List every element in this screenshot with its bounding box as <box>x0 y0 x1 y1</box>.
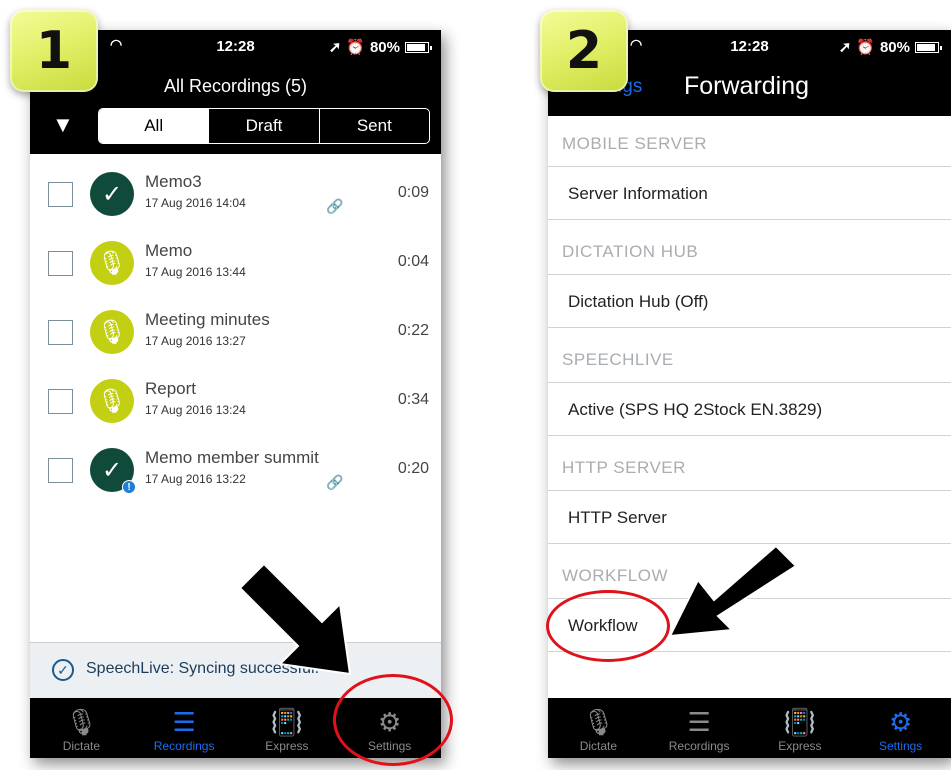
section-header: MOBILE SERVER <box>548 116 951 170</box>
section-header-label: DICTATION HUB <box>562 242 699 261</box>
recording-date: 17 Aug 2016 13:44 <box>145 265 246 279</box>
section-header: DICTATION HUB <box>548 224 951 278</box>
tab-label: Recordings <box>668 739 730 753</box>
recording-checkbox[interactable] <box>48 320 73 345</box>
recording-date: 17 Aug 2016 14:04 <box>145 196 246 210</box>
highlight-ring-workflow <box>546 590 670 662</box>
checkmark-icon: ✓ <box>90 172 134 216</box>
settings-item[interactable]: HTTP Server <box>548 490 951 544</box>
section-header: SPEECHLIVE <box>548 332 951 386</box>
section-header-label: HTTP SERVER <box>562 458 686 477</box>
microphone-icon: 🎙 <box>90 310 134 354</box>
microphone-icon: 🎙 <box>64 707 98 737</box>
recording-checkbox[interactable] <box>48 389 73 414</box>
recording-row[interactable]: 🎙 Report 17 Aug 2016 13:24 0:34 <box>30 373 441 442</box>
microphone-icon: 🎙 <box>90 241 134 285</box>
alarm-icon: ⏰ <box>856 39 875 56</box>
alarm-icon: ⏰ <box>346 39 365 56</box>
battery-percent: 80% <box>879 38 910 56</box>
checkmark-icon: ✓! <box>90 448 136 494</box>
highlight-ring-settings-tab <box>333 674 453 766</box>
page-title: Forwarding <box>684 72 810 100</box>
location-icon: ➚ <box>328 39 342 56</box>
tab-label: Dictate <box>579 739 618 753</box>
tab-label: Express <box>265 739 309 753</box>
tab-label: Settings <box>878 739 923 753</box>
step-badge-2: 2 <box>540 10 628 92</box>
tab-recordings[interactable]: ☰ Recordings <box>133 698 236 758</box>
arrow-annotation-1 <box>238 562 352 676</box>
recording-duration: 0:20 <box>397 460 429 477</box>
battery-icon <box>405 41 432 53</box>
settings-item[interactable]: Dictation Hub (Off) <box>548 274 951 328</box>
tab-recordings[interactable]: ☰ Recordings <box>649 698 750 758</box>
section-header-label: WORKFLOW <box>562 566 668 585</box>
settings-item-label: Server Information <box>568 184 708 203</box>
recording-duration: 0:22 <box>397 322 429 339</box>
tab-label: Recordings <box>153 739 215 753</box>
list-icon: ☰ <box>172 707 196 737</box>
section-header: HTTP SERVER <box>548 440 951 494</box>
recording-name: Meeting minutes <box>145 310 270 329</box>
settings-item-label: Active (SPS HQ 2Stock EN.3829) <box>568 400 823 419</box>
vibrate-phone-icon: 📳 <box>270 707 304 737</box>
section-header-label: SPEECHLIVE <box>562 350 674 369</box>
microphone-icon: 🎙 <box>90 379 134 423</box>
settings-item-label: HTTP Server <box>568 508 667 527</box>
settings-item-label: Dictation Hub (Off) <box>568 292 709 311</box>
tab-dictate[interactable]: 🎙 Dictate <box>548 698 649 758</box>
recording-checkbox[interactable] <box>48 251 73 276</box>
list-icon: ☰ <box>687 707 711 737</box>
recording-date: 17 Aug 2016 13:27 <box>145 334 246 348</box>
settings-item[interactable]: Active (SPS HQ 2Stock EN.3829) <box>548 382 951 436</box>
recording-name: Memo3 <box>145 172 202 191</box>
location-icon: ➚ <box>838 39 852 56</box>
tab-express[interactable]: 📳 Express <box>236 698 339 758</box>
battery-percent: 80% <box>369 38 400 56</box>
vibrate-phone-icon: 📳 <box>783 707 817 737</box>
recording-row[interactable]: 🎙 Memo 17 Aug 2016 13:44 0:04 <box>30 235 441 304</box>
recording-checkbox[interactable] <box>48 458 73 483</box>
recording-name: Memo <box>145 241 193 260</box>
microphone-icon: 🎙 <box>581 707 615 737</box>
recording-row[interactable]: ✓! Memo member summit 17 Aug 2016 13:22 🔗 0:… <box>30 442 441 511</box>
recording-row[interactable]: 🎙 Meeting minutes 17 Aug 2016 13:27 0:22 <box>30 304 441 373</box>
funnel-icon[interactable]: ▼ <box>52 112 74 138</box>
tab-dictate[interactable]: 🎙 Dictate <box>30 698 133 758</box>
link-icon: 🔗 <box>326 474 344 490</box>
recording-row[interactable]: ✓ Memo3 17 Aug 2016 14:04 🔗 0:09 <box>30 166 441 235</box>
recording-duration: 0:09 <box>397 184 429 201</box>
recording-date: 17 Aug 2016 13:24 <box>145 403 246 417</box>
gear-icon: ⚙ <box>888 707 913 737</box>
segment-draft[interactable]: Draft <box>208 109 318 143</box>
recording-date: 17 Aug 2016 13:22 <box>145 472 246 486</box>
filter-segmented-control[interactable]: All Draft Sent <box>98 108 430 144</box>
recording-duration: 0:04 <box>397 253 429 270</box>
segment-all[interactable]: All <box>99 109 209 143</box>
segment-sent[interactable]: Sent <box>318 109 429 143</box>
battery-icon <box>915 41 942 53</box>
tab-express[interactable]: 📳 Express <box>750 698 851 758</box>
recording-name: Memo member summit <box>145 448 319 467</box>
sync-check-icon: ✓ <box>52 659 74 681</box>
section-header-label: MOBILE SERVER <box>562 134 708 153</box>
recording-checkbox[interactable] <box>48 182 73 207</box>
step-badge-1: 1 <box>10 10 98 92</box>
warning-icon: ! <box>122 480 136 494</box>
tab-label: Express <box>778 739 822 753</box>
arrow-annotation-2 <box>668 544 798 638</box>
tab-settings[interactable]: ⚙ Settings <box>850 698 951 758</box>
recording-name: Report <box>145 379 197 398</box>
tab-bar: 🎙 Dictate ☰ Recordings 📳 Express ⚙ Settings <box>548 698 951 758</box>
tab-label: Dictate <box>62 739 101 753</box>
link-icon: 🔗 <box>326 198 344 214</box>
settings-item[interactable]: Server Information <box>548 166 951 220</box>
recording-duration: 0:34 <box>397 391 429 408</box>
